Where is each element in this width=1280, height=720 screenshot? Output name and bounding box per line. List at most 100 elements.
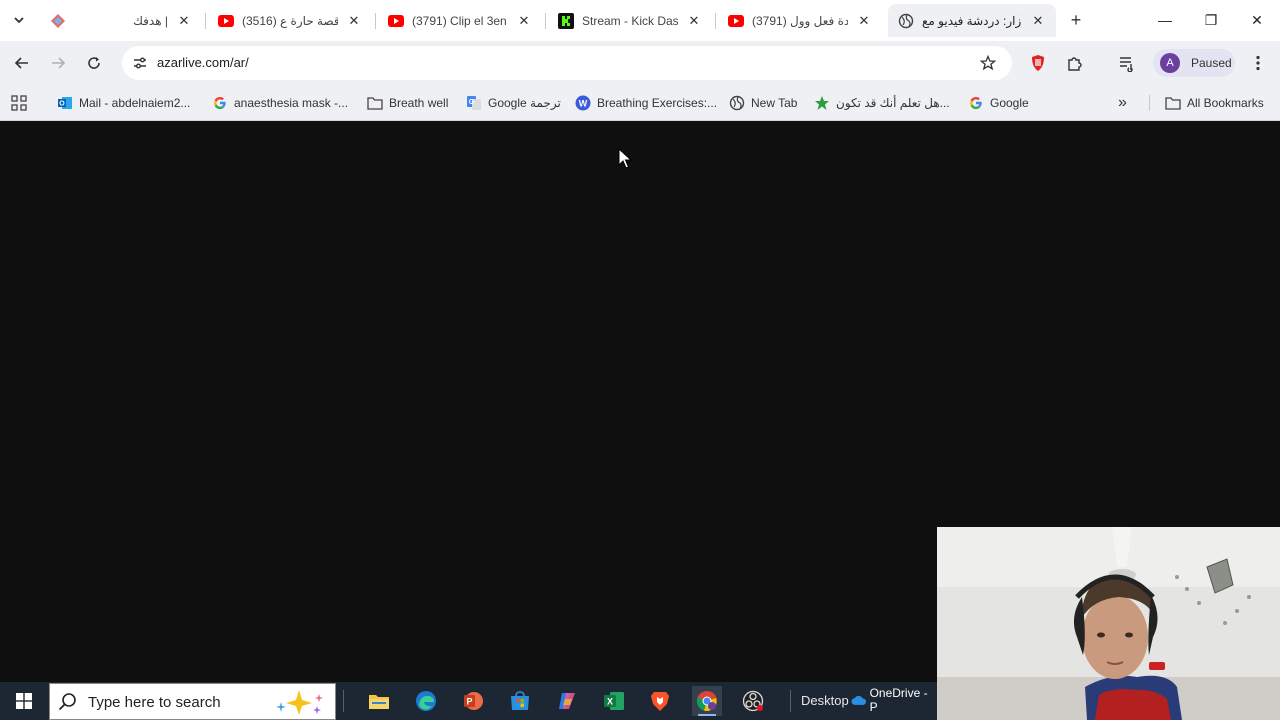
google-translate-icon: G bbox=[466, 95, 482, 111]
folder-icon bbox=[367, 95, 383, 111]
profile-status: Paused bbox=[1191, 56, 1232, 70]
bookmark-item[interactable]: G Google ترجمة bbox=[466, 91, 561, 115]
onedrive-indicator[interactable]: OneDrive - P bbox=[851, 686, 937, 714]
forward-button[interactable] bbox=[46, 51, 70, 75]
tab-title: (3516) قصة حارة ع bbox=[242, 13, 338, 28]
menu-kebab-icon[interactable] bbox=[1246, 51, 1270, 75]
bookmark-item[interactable]: W Breathing Exercises:... bbox=[575, 91, 717, 115]
bookmark-item[interactable]: New Tab bbox=[729, 91, 797, 115]
brave-browser-icon[interactable] bbox=[645, 686, 675, 716]
chevron-down-icon bbox=[14, 17, 24, 24]
powerpoint-icon[interactable]: P bbox=[458, 686, 488, 716]
reload-button[interactable] bbox=[82, 51, 106, 75]
excel-icon[interactable]: X bbox=[599, 686, 629, 716]
tab[interactable]: (3791) Clip el 3en ✕ bbox=[378, 4, 542, 37]
bookmark-label: هل تعلم أنك قد تكون... bbox=[836, 96, 950, 110]
bookmark-item[interactable]: O Mail - abdelnaiem2... bbox=[57, 91, 190, 115]
site-settings-icon[interactable] bbox=[128, 51, 152, 75]
folder-icon bbox=[1165, 95, 1181, 111]
onedrive-label: OneDrive - P bbox=[869, 686, 928, 714]
address-bar[interactable]: azarlive.com/ar/ bbox=[122, 46, 1012, 80]
more-bookmarks-button[interactable]: » bbox=[1118, 91, 1127, 115]
close-icon[interactable]: ✕ bbox=[856, 13, 872, 29]
tab[interactable]: Stream - Kick Dasl ✕ bbox=[548, 4, 712, 37]
bookmark-item[interactable]: anaesthesia mask -... bbox=[212, 91, 348, 115]
search-placeholder: Type here to search bbox=[88, 694, 221, 711]
profile-button[interactable]: A Paused bbox=[1153, 49, 1235, 77]
tab[interactable]: (3516) قصة حارة ع ✕ bbox=[208, 4, 372, 37]
tab-title: (3791) Clip el 3en bbox=[412, 13, 507, 28]
green-logo-icon bbox=[814, 95, 830, 111]
browser-toolbar: azarlive.com/ar/ A Paused bbox=[0, 41, 1280, 85]
tab-divider bbox=[715, 13, 716, 29]
search-icon bbox=[58, 693, 76, 711]
tab-title: أزار: دردشة فيديو مع bbox=[922, 13, 1022, 28]
bookmark-label: New Tab bbox=[751, 96, 798, 110]
taskbar-search-box[interactable]: Type here to search bbox=[49, 683, 336, 720]
bookmark-item[interactable]: هل تعلم أنك قد تكون... bbox=[814, 91, 950, 115]
restore-button[interactable]: ❐ bbox=[1198, 8, 1224, 32]
arrow-right-icon bbox=[52, 57, 66, 69]
bookmark-item[interactable]: Google bbox=[968, 91, 1029, 115]
window-close-button[interactable]: ✕ bbox=[1244, 8, 1270, 32]
windows-taskbar: Type here to search P X Desktop OneDrive… bbox=[0, 682, 937, 720]
chrome-browser-icon[interactable] bbox=[692, 686, 722, 716]
bookmark-label: Breathing Exercises:... bbox=[597, 96, 718, 110]
close-icon[interactable]: ✕ bbox=[516, 13, 532, 29]
windows-logo-icon bbox=[16, 693, 32, 709]
start-button[interactable] bbox=[9, 686, 39, 716]
tab-title: Stream - Kick Dasl bbox=[582, 13, 678, 28]
all-bookmarks-button[interactable]: All Bookmarks bbox=[1165, 91, 1264, 115]
extensions-puzzle-icon[interactable] bbox=[1063, 51, 1087, 75]
new-tab-button[interactable]: + bbox=[1066, 10, 1086, 30]
youtube-icon bbox=[388, 13, 404, 29]
globe-icon bbox=[729, 95, 745, 111]
tab[interactable]: (3791) ردة فعل وول ✕ bbox=[718, 4, 882, 37]
bookmark-label: Google ترجمة bbox=[488, 96, 561, 110]
url-text[interactable]: azarlive.com/ar/ bbox=[157, 55, 249, 70]
sparkle-icon bbox=[276, 690, 323, 715]
kick-icon bbox=[558, 12, 574, 29]
tab[interactable]: هدفك | ✕ bbox=[40, 4, 202, 37]
svg-text:X: X bbox=[607, 697, 613, 707]
google-icon bbox=[212, 95, 228, 111]
bookmark-label: anaesthesia mask -... bbox=[234, 96, 349, 110]
webcam-person-image bbox=[937, 527, 1280, 720]
bookmark-star-icon[interactable] bbox=[976, 51, 1000, 75]
arrow-left-icon bbox=[14, 57, 28, 69]
taskbar-divider bbox=[790, 690, 791, 712]
gemini-diamond-icon bbox=[50, 13, 66, 29]
globe-icon bbox=[898, 13, 914, 29]
desktop-toolbar-label[interactable]: Desktop bbox=[801, 693, 849, 708]
bookmark-label: Breath well bbox=[389, 96, 449, 110]
tab-search-button[interactable] bbox=[8, 9, 30, 31]
taskbar-divider bbox=[343, 690, 344, 712]
close-icon[interactable]: ✕ bbox=[346, 13, 362, 29]
bookmark-label: Google bbox=[990, 96, 1029, 110]
apps-grid-icon[interactable] bbox=[11, 91, 27, 115]
close-icon[interactable]: ✕ bbox=[686, 13, 702, 29]
edge-browser-icon[interactable] bbox=[411, 686, 441, 716]
bookmarks-bar: O Mail - abdelnaiem2... anaesthesia mask… bbox=[0, 85, 1280, 121]
active-app-indicator bbox=[698, 714, 716, 716]
back-button[interactable] bbox=[10, 51, 34, 75]
obs-recorder-icon[interactable] bbox=[738, 686, 768, 716]
tab-divider bbox=[205, 13, 206, 29]
close-icon[interactable]: ✕ bbox=[1030, 13, 1046, 29]
minimize-button[interactable]: — bbox=[1152, 8, 1178, 32]
tab-active[interactable]: أزار: دردشة فيديو مع ✕ bbox=[888, 4, 1056, 37]
bookmark-folder[interactable]: Breath well bbox=[367, 91, 448, 115]
microsoft-store-icon[interactable] bbox=[505, 686, 535, 716]
webcam-overlay bbox=[937, 527, 1280, 720]
file-explorer-icon[interactable] bbox=[364, 686, 394, 716]
close-icon[interactable]: ✕ bbox=[176, 13, 192, 29]
adblock-extension-icon[interactable] bbox=[1026, 51, 1050, 75]
tab-title: (3791) ردة فعل وول bbox=[752, 13, 848, 28]
cloud-icon bbox=[851, 695, 867, 705]
svg-text:G: G bbox=[469, 99, 475, 106]
svg-text:W: W bbox=[579, 99, 588, 109]
w-icon: W bbox=[575, 95, 591, 111]
media-controls-icon[interactable] bbox=[1115, 51, 1139, 75]
copilot-icon[interactable] bbox=[552, 686, 582, 716]
svg-text:O: O bbox=[59, 101, 65, 108]
